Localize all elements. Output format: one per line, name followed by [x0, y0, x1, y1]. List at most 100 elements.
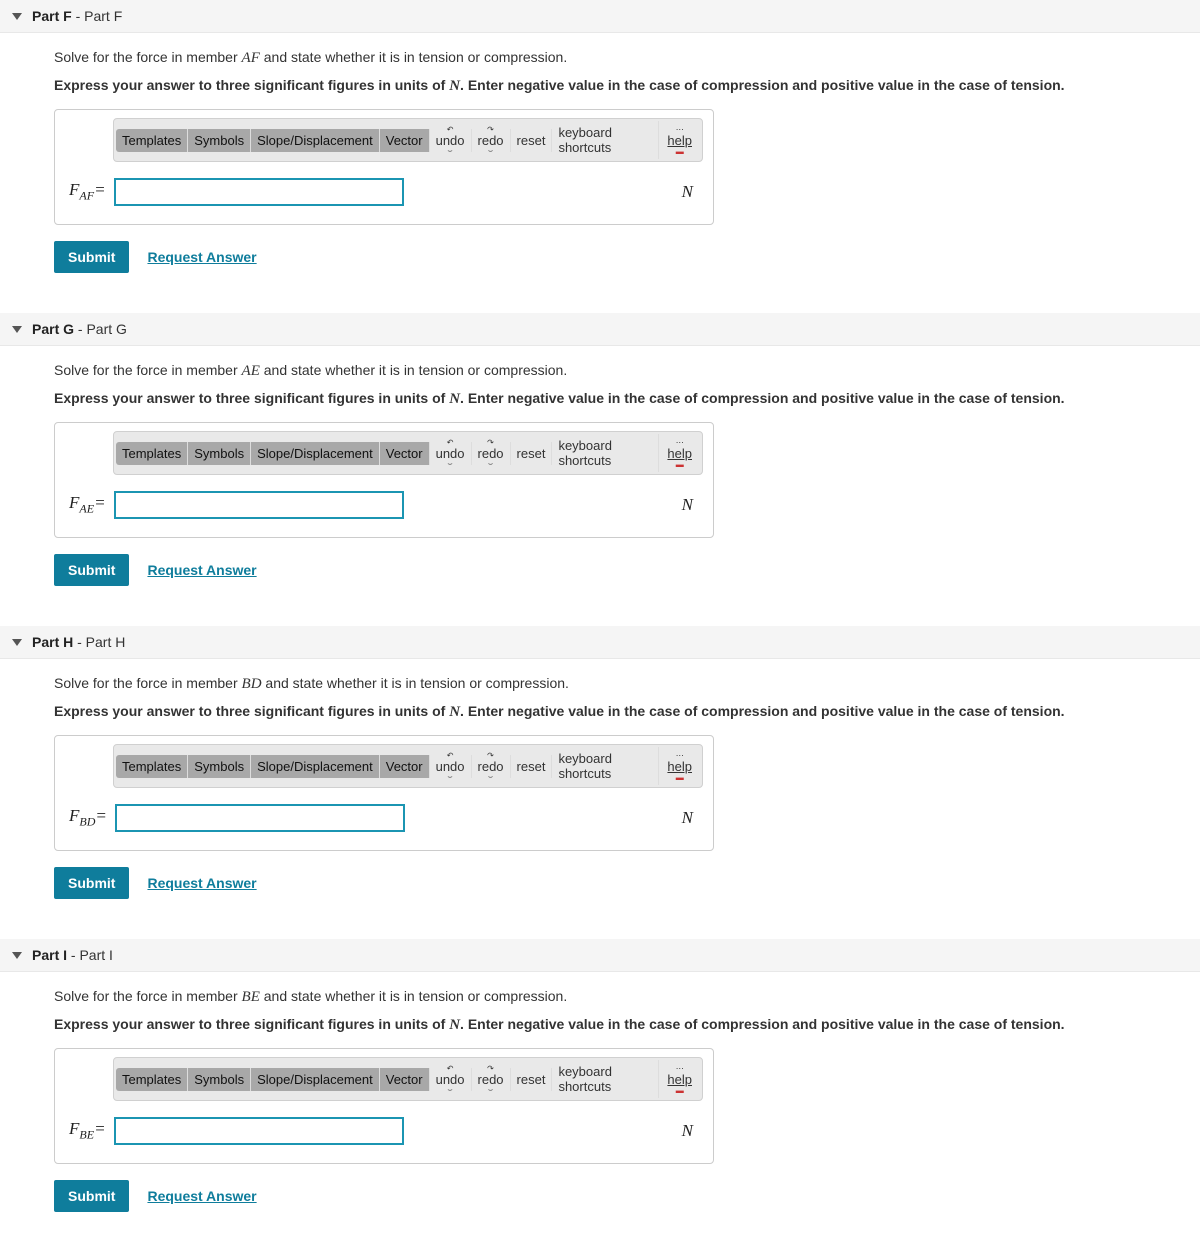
answer-input[interactable] — [114, 491, 404, 519]
unit-label: N — [682, 808, 703, 828]
prompt-text: Solve for the force in member BE and sta… — [54, 988, 1146, 1006]
action-row: Submit Request Answer — [54, 554, 1146, 586]
answer-input[interactable] — [115, 804, 405, 832]
caret-down-icon — [12, 13, 22, 20]
help-button[interactable]: ⋯help▬ — [659, 442, 700, 465]
redo-button[interactable]: ↷redo⌣ — [472, 442, 511, 465]
part-title: Part I - Part I — [32, 947, 113, 963]
request-answer-link[interactable]: Request Answer — [147, 875, 256, 891]
instructions-text: Express your answer to three significant… — [54, 390, 1146, 408]
part-title: Part H - Part H — [32, 634, 125, 650]
part-block: Part G - Part G Solve for the force in m… — [0, 313, 1200, 602]
slope-displacement-button[interactable]: Slope/Displacement — [251, 442, 380, 465]
submit-button[interactable]: Submit — [54, 867, 129, 899]
prompt-text: Solve for the force in member AF and sta… — [54, 49, 1146, 67]
part-header[interactable]: Part H - Part H — [0, 626, 1200, 659]
undo-button[interactable]: ↶undo⌣ — [430, 442, 472, 465]
symbols-button[interactable]: Symbols — [188, 755, 251, 778]
instructions-text: Express your answer to three significant… — [54, 703, 1146, 721]
equation-toolbar: Templates Symbols Slope/Displacement Vec… — [113, 431, 703, 475]
undo-button[interactable]: ↶undo⌣ — [430, 1068, 472, 1091]
answer-label: FBD= — [65, 806, 107, 829]
slope-displacement-button[interactable]: Slope/Displacement — [251, 1068, 380, 1091]
answer-box: Templates Symbols Slope/Displacement Vec… — [54, 422, 714, 538]
symbols-button[interactable]: Symbols — [188, 1068, 251, 1091]
unit-label: N — [682, 495, 703, 515]
unit-label: N — [682, 1121, 703, 1141]
part-header[interactable]: Part F - Part F — [0, 0, 1200, 33]
redo-button[interactable]: ↷redo⌣ — [472, 129, 511, 152]
part-block: Part F - Part F Solve for the force in m… — [0, 0, 1200, 289]
answer-label: FAE= — [65, 493, 106, 516]
answer-box: Templates Symbols Slope/Displacement Vec… — [54, 109, 714, 225]
part-body: Solve for the force in member BD and sta… — [0, 659, 1200, 915]
part-block: Part I - Part I Solve for the force in m… — [0, 939, 1200, 1228]
reset-button[interactable]: reset — [511, 1068, 553, 1091]
answer-label: FAF= — [65, 180, 106, 203]
part-title: Part F - Part F — [32, 8, 122, 24]
keyboard-shortcuts-button[interactable]: keyboard shortcuts — [552, 121, 659, 159]
part-body: Solve for the force in member BE and sta… — [0, 972, 1200, 1228]
answer-input[interactable] — [114, 178, 404, 206]
equation-toolbar: Templates Symbols Slope/Displacement Vec… — [113, 1057, 703, 1101]
help-button[interactable]: ⋯help▬ — [659, 1068, 700, 1091]
answer-row: FAE= N — [65, 491, 703, 519]
prompt-text: Solve for the force in member BD and sta… — [54, 675, 1146, 693]
help-button[interactable]: ⋯help▬ — [659, 129, 700, 152]
action-row: Submit Request Answer — [54, 867, 1146, 899]
symbols-button[interactable]: Symbols — [188, 129, 251, 152]
part-header[interactable]: Part I - Part I — [0, 939, 1200, 972]
templates-button[interactable]: Templates — [116, 1068, 188, 1091]
reset-button[interactable]: reset — [511, 755, 553, 778]
submit-button[interactable]: Submit — [54, 241, 129, 273]
vector-button[interactable]: Vector — [380, 129, 430, 152]
instructions-text: Express your answer to three significant… — [54, 1016, 1146, 1034]
keyboard-shortcuts-button[interactable]: keyboard shortcuts — [552, 434, 659, 472]
reset-button[interactable]: reset — [511, 129, 553, 152]
undo-button[interactable]: ↶undo⌣ — [430, 129, 472, 152]
instructions-text: Express your answer to three significant… — [54, 77, 1146, 95]
keyboard-shortcuts-button[interactable]: keyboard shortcuts — [552, 747, 659, 785]
reset-button[interactable]: reset — [511, 442, 553, 465]
slope-displacement-button[interactable]: Slope/Displacement — [251, 755, 380, 778]
answer-input[interactable] — [114, 1117, 404, 1145]
answer-box: Templates Symbols Slope/Displacement Vec… — [54, 1048, 714, 1164]
submit-button[interactable]: Submit — [54, 554, 129, 586]
part-block: Part H - Part H Solve for the force in m… — [0, 626, 1200, 915]
help-button[interactable]: ⋯help▬ — [659, 755, 700, 778]
part-body: Solve for the force in member AF and sta… — [0, 33, 1200, 289]
equation-toolbar: Templates Symbols Slope/Displacement Vec… — [113, 744, 703, 788]
redo-button[interactable]: ↷redo⌣ — [472, 755, 511, 778]
caret-down-icon — [12, 326, 22, 333]
templates-button[interactable]: Templates — [116, 442, 188, 465]
templates-button[interactable]: Templates — [116, 129, 188, 152]
answer-label: FBE= — [65, 1119, 106, 1142]
submit-button[interactable]: Submit — [54, 1180, 129, 1212]
part-header[interactable]: Part G - Part G — [0, 313, 1200, 346]
slope-displacement-button[interactable]: Slope/Displacement — [251, 129, 380, 152]
answer-row: FAF= N — [65, 178, 703, 206]
templates-button[interactable]: Templates — [116, 755, 188, 778]
answer-row: FBE= N — [65, 1117, 703, 1145]
answer-box: Templates Symbols Slope/Displacement Vec… — [54, 735, 714, 851]
symbols-button[interactable]: Symbols — [188, 442, 251, 465]
vector-button[interactable]: Vector — [380, 1068, 430, 1091]
caret-down-icon — [12, 639, 22, 646]
answer-row: FBD= N — [65, 804, 703, 832]
request-answer-link[interactable]: Request Answer — [147, 1188, 256, 1204]
part-body: Solve for the force in member AE and sta… — [0, 346, 1200, 602]
action-row: Submit Request Answer — [54, 241, 1146, 273]
prompt-text: Solve for the force in member AE and sta… — [54, 362, 1146, 380]
request-answer-link[interactable]: Request Answer — [147, 562, 256, 578]
caret-down-icon — [12, 952, 22, 959]
keyboard-shortcuts-button[interactable]: keyboard shortcuts — [552, 1060, 659, 1098]
equation-toolbar: Templates Symbols Slope/Displacement Vec… — [113, 118, 703, 162]
vector-button[interactable]: Vector — [380, 755, 430, 778]
request-answer-link[interactable]: Request Answer — [147, 249, 256, 265]
unit-label: N — [682, 182, 703, 202]
undo-button[interactable]: ↶undo⌣ — [430, 755, 472, 778]
redo-button[interactable]: ↷redo⌣ — [472, 1068, 511, 1091]
action-row: Submit Request Answer — [54, 1180, 1146, 1212]
vector-button[interactable]: Vector — [380, 442, 430, 465]
part-title: Part G - Part G — [32, 321, 127, 337]
